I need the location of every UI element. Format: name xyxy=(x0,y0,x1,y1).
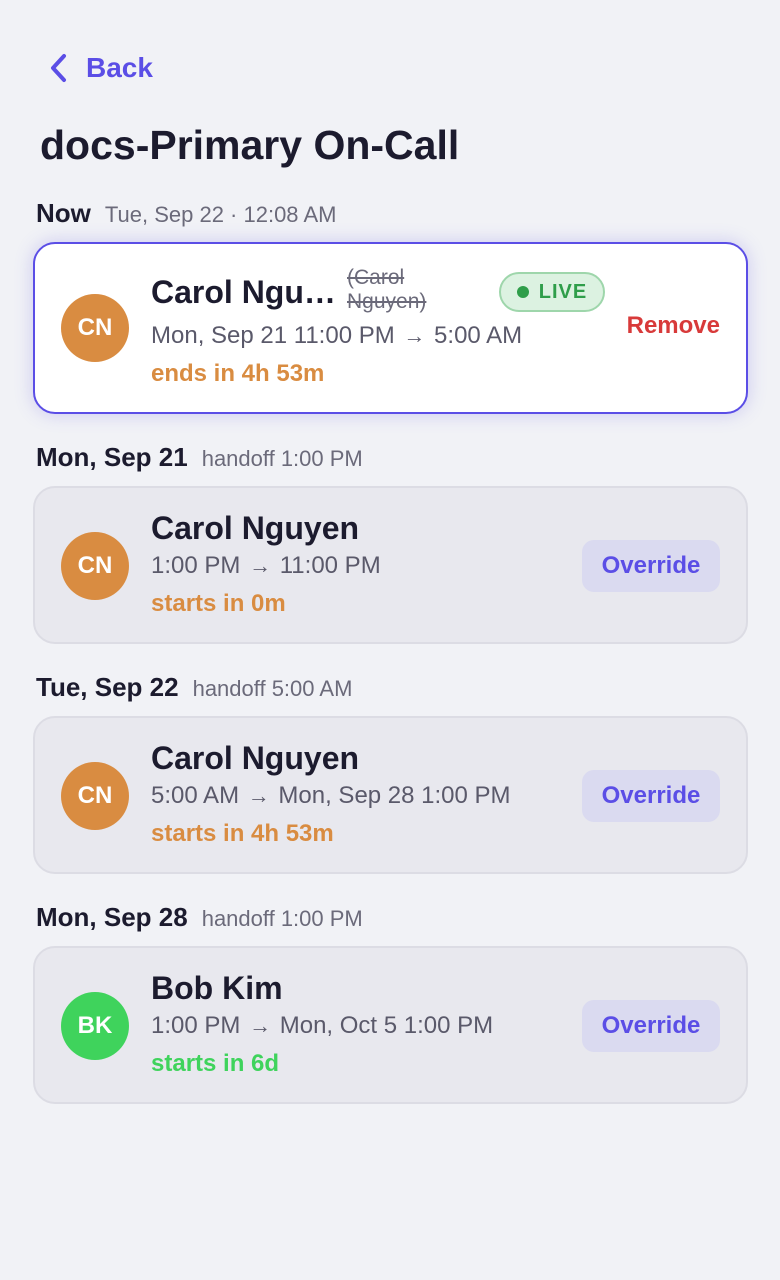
assignee-name: Bob Kim xyxy=(151,970,283,1006)
shift-end: Mon, Sep 28 1:00 PM xyxy=(278,782,511,809)
shift-time: 5:00 AM → Mon, Sep 28 1:00 PM xyxy=(151,782,511,810)
shift-start: 1:00 PM xyxy=(151,1012,241,1039)
section-meta: handoff 5:00 AM xyxy=(192,676,353,701)
section-header-shift: Mon, Sep 28 handoff 1:00 PM xyxy=(36,902,363,933)
shift-status: starts in 6d xyxy=(151,1050,280,1077)
back-label: Back xyxy=(86,52,153,83)
schedule-page: Back docs-Primary On-Call Now Tue, Sep 2… xyxy=(0,0,780,1280)
section-meta: handoff 1:00 PM xyxy=(201,906,363,931)
shift-start: 5:00 AM xyxy=(151,782,240,809)
live-dot-icon xyxy=(516,286,529,298)
section-header-shift: Tue, Sep 22 handoff 5:00 AM xyxy=(36,672,352,703)
arrow-right-icon: → xyxy=(247,783,270,808)
section-meta: handoff 1:00 PM xyxy=(201,446,363,471)
section-label: Mon, Sep 21 xyxy=(36,442,188,472)
shift-card: BK Bob Kim 1:00 PM → Mon, Oct 5 1:00 PM … xyxy=(33,946,748,1104)
page-title: docs-Primary On-Call xyxy=(40,122,460,168)
section-label: Mon, Sep 28 xyxy=(36,902,188,932)
assignee-name: Carol Ngu… xyxy=(151,274,336,310)
avatar: BK xyxy=(61,992,129,1060)
shift-end: Mon, Oct 5 1:00 PM xyxy=(279,1012,494,1039)
live-shift-card: CN Carol Ngu… (Carol Nguyen) LIVE Mon, S… xyxy=(33,242,748,414)
shift-card: CN Carol Nguyen 5:00 AM → Mon, Sep 28 1:… xyxy=(33,716,748,874)
shift-end: 5:00 AM xyxy=(434,322,523,349)
shift-start: Mon, Sep 21 11:00 PM xyxy=(151,322,395,349)
shift-end: 11:00 PM xyxy=(279,552,381,579)
chevron-left-icon xyxy=(51,54,66,82)
override-button[interactable]: Override xyxy=(582,1000,720,1052)
avatar-initials: CN xyxy=(77,314,113,341)
section-meta: Tue, Sep 22 · 12:08 AM xyxy=(104,202,337,227)
override-button[interactable]: Override xyxy=(582,540,720,592)
shift-time: 1:00 PM → 11:00 PM xyxy=(151,552,381,580)
section-label: Tue, Sep 22 xyxy=(36,672,179,702)
assignee-name: Carol Nguyen xyxy=(151,510,360,546)
remove-button[interactable]: Remove xyxy=(627,312,720,340)
shift-start: 1:00 PM xyxy=(151,552,241,579)
arrow-right-icon: → xyxy=(403,323,426,348)
avatar-initials: CN xyxy=(77,782,113,809)
avatar: CN xyxy=(61,294,129,362)
shift-status: ends in 4h 53m xyxy=(151,360,325,387)
original-assignee-name: (Carol Nguyen) xyxy=(347,266,427,313)
shift-time: Mon, Sep 21 11:00 PM → 5:00 AM xyxy=(151,322,522,350)
avatar-initials: BK xyxy=(77,1012,113,1039)
shift-time: 1:00 PM → Mon, Oct 5 1:00 PM xyxy=(151,1012,493,1040)
section-header-now: Now Tue, Sep 22 · 12:08 AM xyxy=(36,198,336,229)
avatar-initials: CN xyxy=(77,552,113,579)
section-header-shift: Mon, Sep 21 handoff 1:00 PM xyxy=(36,442,363,473)
shift-status: starts in 0m xyxy=(151,590,286,617)
shift-status: starts in 4h 53m xyxy=(151,820,334,847)
arrow-right-icon: → xyxy=(249,1013,272,1038)
live-badge: LIVE xyxy=(499,272,605,312)
avatar: CN xyxy=(61,532,129,600)
assignee-name: Carol Nguyen xyxy=(151,740,360,776)
avatar: CN xyxy=(61,762,129,830)
section-label: Now xyxy=(36,198,91,228)
live-label: LIVE xyxy=(538,280,588,303)
shift-card: CN Carol Nguyen 1:00 PM → 11:00 PM start… xyxy=(33,486,748,644)
arrow-right-icon: → xyxy=(249,553,272,578)
override-button[interactable]: Override xyxy=(582,770,720,822)
back-button[interactable]: Back xyxy=(44,48,153,88)
